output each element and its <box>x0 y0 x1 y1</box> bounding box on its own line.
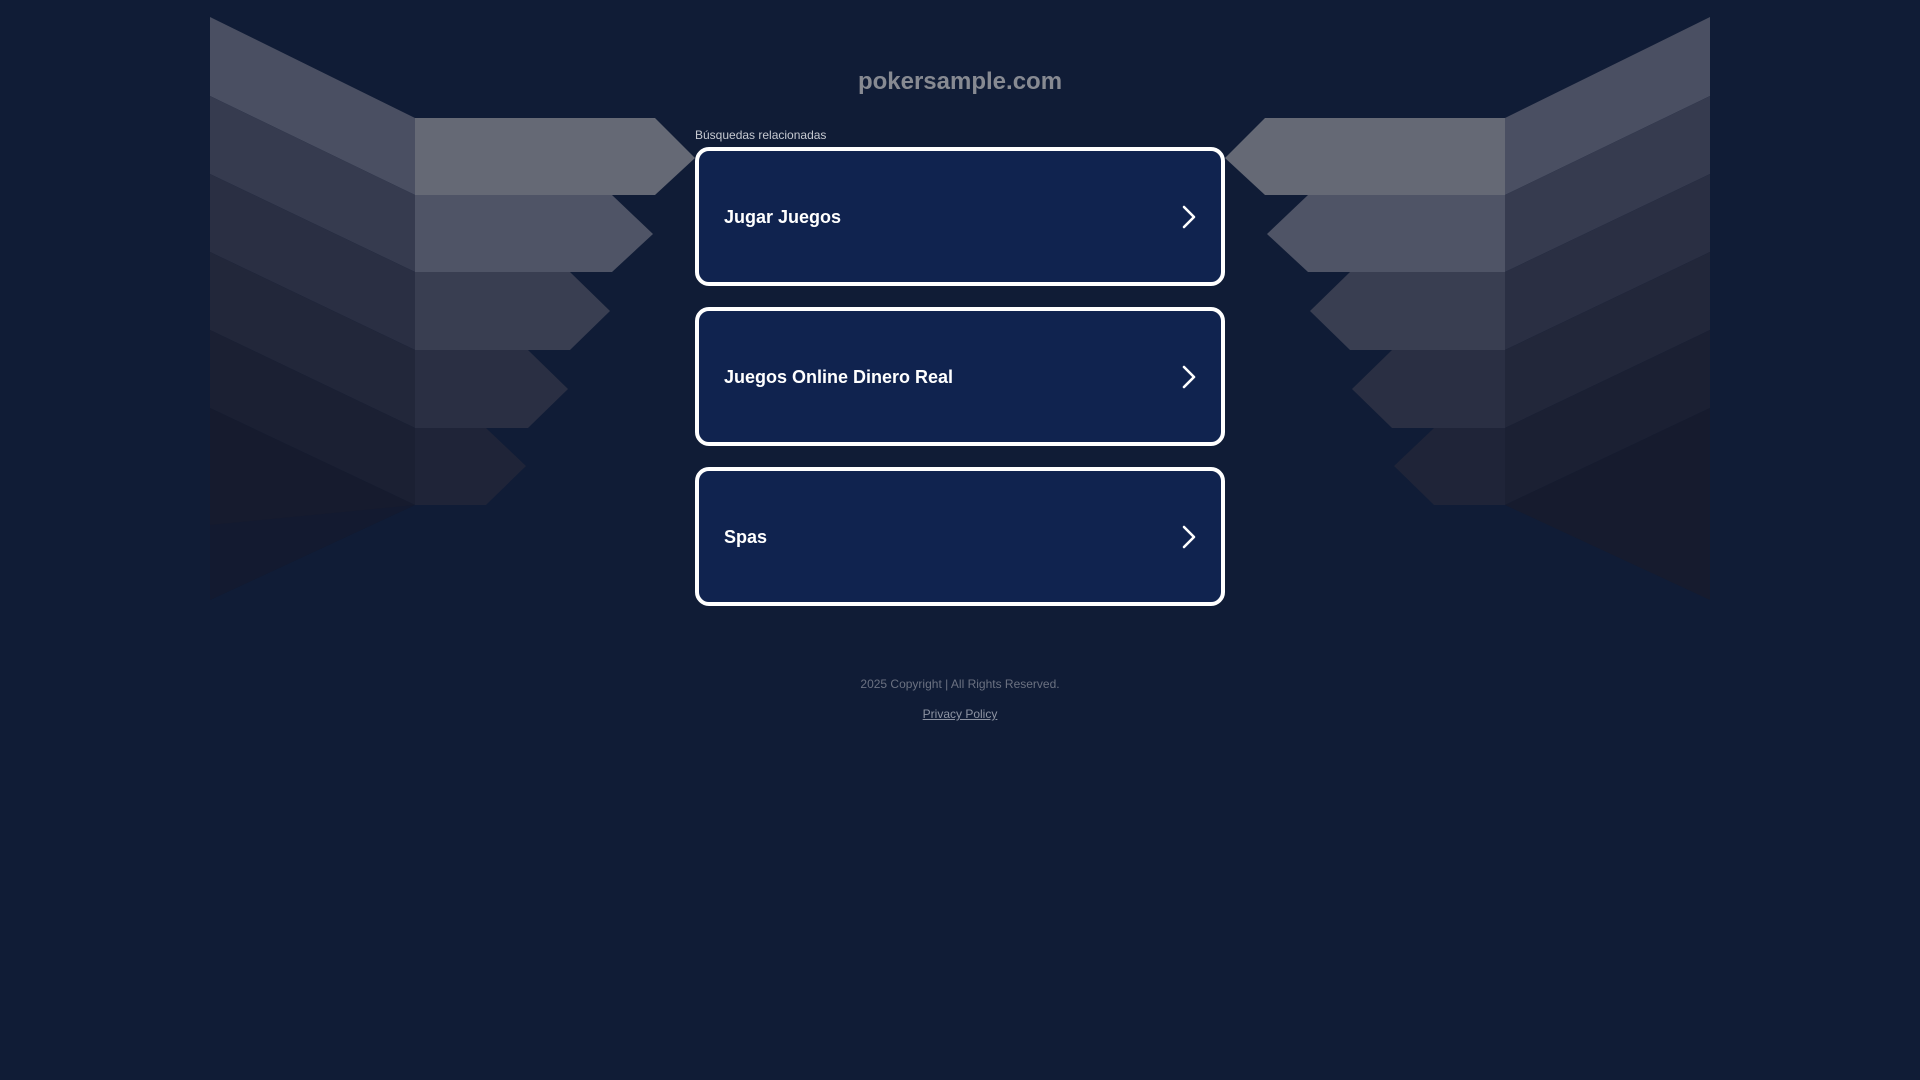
related-link-label: Jugar Juegos <box>724 206 842 227</box>
parked-domain-page: pokersample.com Búsquedas relacionadas J… <box>0 0 1920 1080</box>
related-searches-label: Búsquedas relacionadas <box>695 128 827 142</box>
privacy-policy-container: Privacy Policy <box>0 706 1920 722</box>
related-link-spas[interactable]: Spas <box>695 467 1225 606</box>
chevron-right-icon <box>1182 205 1196 228</box>
related-link-jugar-juegos[interactable]: Jugar Juegos <box>695 147 1225 286</box>
domain-title: pokersample.com <box>857 68 1063 95</box>
related-link-juegos-online-dinero-real[interactable]: Juegos Online Dinero Real <box>695 307 1225 446</box>
copyright-text: 2025 Copyright | All Rights Reserved. <box>860 677 1060 691</box>
related-link-label: Spas <box>724 526 768 547</box>
chevron-right-icon <box>1182 525 1196 548</box>
privacy-policy-link[interactable]: Privacy Policy <box>923 707 998 721</box>
chevron-right-icon <box>1182 365 1196 388</box>
related-link-label: Juegos Online Dinero Real <box>724 366 954 387</box>
